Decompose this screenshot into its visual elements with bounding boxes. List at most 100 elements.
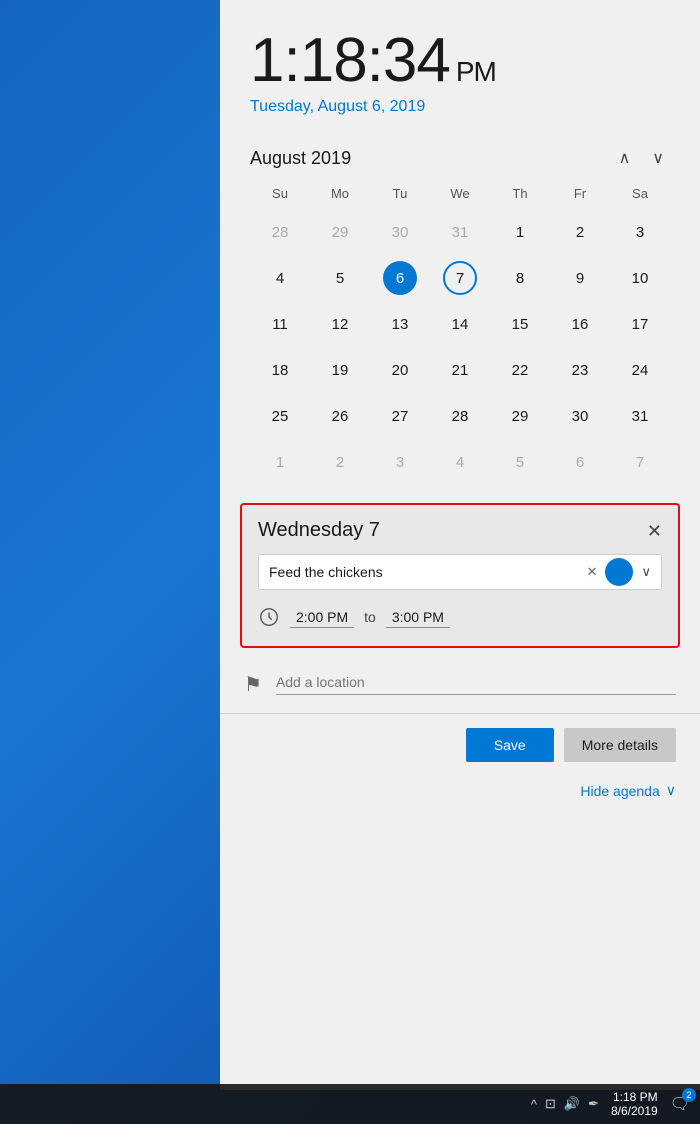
calendar-day-cell[interactable]: 31 — [430, 209, 490, 255]
calendar-day-cell[interactable]: 27 — [370, 393, 430, 439]
calendar-day-cell[interactable]: 12 — [310, 301, 370, 347]
event-start-time[interactable]: 2:00 PM — [290, 607, 354, 628]
calendar-day-cell[interactable]: 1 — [250, 439, 310, 485]
hide-agenda-label: Hide agenda — [580, 783, 659, 799]
calendar-day-cell[interactable]: 5 — [310, 255, 370, 301]
calendar-week-row: 28293031123 — [250, 209, 670, 255]
calendar-day-cell[interactable]: 3 — [370, 439, 430, 485]
notification-badge: 2 — [682, 1088, 696, 1102]
clock-date: Tuesday, August 6, 2019 — [250, 98, 670, 116]
calendar-day-cell[interactable]: 28 — [430, 393, 490, 439]
calendar-day-cell[interactable]: 2 — [310, 439, 370, 485]
weekday-su: Su — [250, 182, 310, 209]
calendar-day-cell[interactable]: 23 — [550, 347, 610, 393]
calendar-week-row: 25262728293031 — [250, 393, 670, 439]
calendar-day-cell[interactable]: 6 — [550, 439, 610, 485]
event-panel: Wednesday 7 ✕ ✕ ∨ 2:00 PM to 3:00 PM — [240, 503, 680, 648]
clock-display: 1:18:34PM — [250, 30, 670, 92]
clock-time-value: 1:18:34 — [250, 26, 450, 95]
taskbar-icons: ^ ⊡ 🔊 ✒ — [531, 1096, 599, 1112]
clock-icon — [258, 606, 280, 628]
event-title-row: ✕ ∨ — [258, 554, 662, 590]
taskbar-volume-icon[interactable]: 🔊 — [564, 1096, 580, 1112]
event-day-title: Wednesday 7 — [258, 519, 380, 542]
calendar-day-cell[interactable]: 10 — [610, 255, 670, 301]
taskbar-chevron-icon[interactable]: ^ — [531, 1097, 537, 1112]
clock-section: 1:18:34PM Tuesday, August 6, 2019 — [220, 0, 700, 136]
calendar-day-cell[interactable]: 20 — [370, 347, 430, 393]
calendar-day-cell[interactable]: 19 — [310, 347, 370, 393]
calendar-day-cell[interactable]: 7 — [610, 439, 670, 485]
event-end-time[interactable]: 3:00 PM — [386, 607, 450, 628]
calendar-week-row: 45678910 — [250, 255, 670, 301]
weekday-mo: Mo — [310, 182, 370, 209]
calendar-week-row: 11121314151617 — [250, 301, 670, 347]
chevron-down-icon: ∨ — [666, 782, 676, 799]
calendar-day-cell[interactable]: 21 — [430, 347, 490, 393]
calendar-month-title: August 2019 — [250, 148, 351, 169]
event-title-input[interactable] — [265, 555, 583, 589]
calendar-day-cell[interactable]: 8 — [490, 255, 550, 301]
calendar-day-cell[interactable]: 6 — [370, 255, 430, 301]
hide-agenda-button[interactable]: Hide agenda ∨ — [580, 782, 676, 799]
save-section: Save More details — [220, 714, 700, 776]
event-time-separator: to — [364, 609, 376, 625]
event-close-button[interactable]: ✕ — [647, 522, 662, 540]
calendar-day-cell[interactable]: 29 — [310, 209, 370, 255]
calendar-section: August 2019 ∧ ∨ Su Mo Tu We Th Fr Sa 282… — [220, 136, 700, 495]
taskbar-pen-icon[interactable]: ✒ — [588, 1096, 599, 1112]
event-dropdown-button[interactable]: ∨ — [637, 560, 655, 584]
calendar-day-cell[interactable]: 4 — [430, 439, 490, 485]
taskbar-date-small: 8/6/2019 — [611, 1104, 658, 1118]
weekday-fr: Fr — [550, 182, 610, 209]
calendar-day-cell[interactable]: 7 — [430, 255, 490, 301]
location-input[interactable] — [276, 674, 676, 695]
calendar-day-cell[interactable]: 24 — [610, 347, 670, 393]
location-section: ⚑ — [220, 656, 700, 714]
weekday-th: Th — [490, 182, 550, 209]
calendar-day-cell[interactable]: 4 — [250, 255, 310, 301]
calendar-day-cell[interactable]: 16 — [550, 301, 610, 347]
taskbar-notification-button[interactable]: 🗨 2 — [670, 1094, 690, 1114]
taskbar-time: 1:18 PM — [613, 1090, 658, 1104]
taskbar-monitor-icon[interactable]: ⊡ — [545, 1096, 556, 1112]
calendar-day-cell[interactable]: 11 — [250, 301, 310, 347]
event-time-row: 2:00 PM to 3:00 PM — [258, 602, 662, 632]
calendar-day-cell[interactable]: 17 — [610, 301, 670, 347]
calendar-day-cell[interactable]: 5 — [490, 439, 550, 485]
calendar-day-cell[interactable]: 9 — [550, 255, 610, 301]
taskbar-clock[interactable]: 1:18 PM 8/6/2019 — [611, 1090, 658, 1118]
calendar-prev-button[interactable]: ∧ — [613, 146, 637, 170]
calendar-day-cell[interactable]: 26 — [310, 393, 370, 439]
more-details-button[interactable]: More details — [564, 728, 676, 762]
calendar-week-row: 1234567 — [250, 439, 670, 485]
calendar-day-cell[interactable]: 31 — [610, 393, 670, 439]
calendar-day-cell[interactable]: 29 — [490, 393, 550, 439]
calendar-table: Su Mo Tu We Th Fr Sa 2829303112345678910… — [250, 182, 670, 485]
calendar-next-button[interactable]: ∨ — [646, 146, 670, 170]
taskbar: ^ ⊡ 🔊 ✒ 1:18 PM 8/6/2019 🗨 2 — [0, 1084, 700, 1124]
calendar-day-cell[interactable]: 14 — [430, 301, 490, 347]
calendar-nav: ∧ ∨ — [613, 146, 670, 170]
calendar-day-cell[interactable]: 25 — [250, 393, 310, 439]
calendar-day-cell[interactable]: 2 — [550, 209, 610, 255]
calendar-day-cell[interactable]: 28 — [250, 209, 310, 255]
weekday-tu: Tu — [370, 182, 430, 209]
calendar-day-cell[interactable]: 18 — [250, 347, 310, 393]
event-clear-button[interactable]: ✕ — [583, 560, 602, 584]
save-button[interactable]: Save — [466, 728, 554, 762]
calendar-day-cell[interactable]: 3 — [610, 209, 670, 255]
calendar-day-cell[interactable]: 30 — [550, 393, 610, 439]
event-color-button[interactable] — [605, 558, 633, 586]
calendar-week-row: 18192021222324 — [250, 347, 670, 393]
event-panel-header: Wednesday 7 ✕ — [258, 519, 662, 542]
calendar-day-cell[interactable]: 30 — [370, 209, 430, 255]
calendar-day-cell[interactable]: 15 — [490, 301, 550, 347]
calendar-day-cell[interactable]: 13 — [370, 301, 430, 347]
calendar-day-cell[interactable]: 1 — [490, 209, 550, 255]
weekday-we: We — [430, 182, 490, 209]
calendar-day-cell[interactable]: 22 — [490, 347, 550, 393]
calendar-weekday-row: Su Mo Tu We Th Fr Sa — [250, 182, 670, 209]
flyout-panel: 1:18:34PM Tuesday, August 6, 2019 August… — [220, 0, 700, 1090]
calendar-header: August 2019 ∧ ∨ — [250, 146, 670, 170]
